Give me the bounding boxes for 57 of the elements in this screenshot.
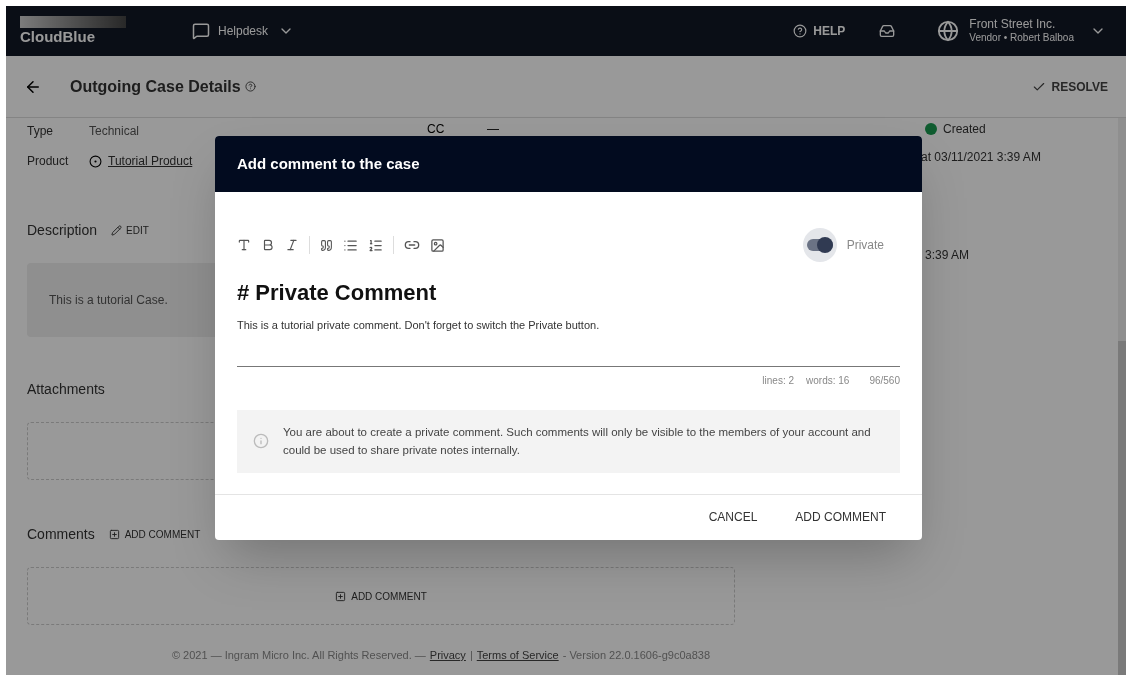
notice-text: You are about to create a private comment. Such comments will only be visible to the members of your account and could be used to share private notes internally. — [283, 425, 872, 458]
scrollbar[interactable] — [1118, 118, 1126, 675]
description-text: This is a tutorial Case. — [49, 292, 168, 309]
inbox-icon[interactable] — [879, 23, 896, 39]
module-switcher[interactable]: Helpdesk — [218, 22, 269, 40]
info-icon — [253, 433, 269, 449]
section-title: Description — [27, 221, 98, 240]
field-label: CC — [427, 121, 446, 138]
separator: | — [469, 648, 473, 663]
numbered-list-icon[interactable] — [368, 237, 383, 253]
add-comment-button[interactable]: ADD COMMENT — [335, 588, 427, 604]
activity-time: 3:39 AM — [925, 247, 971, 264]
status-label: Created — [943, 121, 986, 138]
bulleted-list-icon[interactable] — [343, 237, 358, 253]
account-name: Front Street Inc. — [969, 17, 1057, 33]
image-icon[interactable] — [430, 237, 445, 253]
field-value: — — [487, 121, 499, 138]
product-link[interactable]: Tutorial Product — [108, 152, 193, 170]
field-label: Product — [27, 153, 70, 170]
field-value: Technical — [89, 123, 140, 140]
page-title: Outgoing Case Details — [70, 76, 241, 97]
copyright-text: © 2021 — Ingram Micro Inc. All Rights Reserved. — — [171, 648, 426, 663]
section-title: Comments — [27, 525, 95, 544]
edit-button[interactable]: EDIT — [111, 223, 149, 238]
account-role: Vendor • Robert Balboa — [969, 32, 1074, 45]
terms-link[interactable]: Terms of Service — [476, 647, 559, 664]
help-icon[interactable] — [244, 81, 256, 92]
text-icon[interactable] — [237, 238, 251, 252]
field-label: Type — [27, 123, 54, 140]
dialog-title: Add comment to the case — [237, 153, 420, 174]
bold-icon[interactable] — [261, 238, 275, 252]
pencil-icon — [111, 225, 123, 236]
editor-counter: words: 16 — [806, 373, 850, 388]
editor-counter: 96/560 — [869, 373, 900, 388]
quote-icon[interactable] — [320, 238, 333, 252]
logo: CloudBlue — [20, 27, 96, 47]
cancel-button[interactable]: CANCEL — [700, 502, 766, 532]
add-icon — [335, 590, 347, 602]
add-comment-button[interactable]: ADD COMMENT — [787, 502, 894, 532]
comment-editor[interactable]: # Private Comment This is a tutorial private comment. Don't forget to switch the Private button. — [237, 276, 900, 367]
chat-icon — [192, 22, 210, 40]
add-icon — [108, 529, 120, 540]
editor-counter: lines: 2 — [762, 373, 795, 388]
italic-icon[interactable] — [285, 238, 299, 252]
section-title: Attachments — [27, 380, 106, 399]
privacy-link[interactable]: Privacy — [429, 647, 466, 664]
comment-heading: # Private Comment — [237, 279, 438, 307]
version-text: - Version 22.0.1606-g9c0a838 — [562, 648, 711, 663]
resolve-button[interactable]: RESOLVE — [1031, 77, 1108, 96]
comment-body: This is a tutorial private comment. Don't forget to switch the Private button. — [237, 318, 601, 333]
globe-icon[interactable] — [937, 20, 960, 42]
help-link[interactable]: HELP — [813, 22, 846, 40]
add-comment-button[interactable]: ADD COMMENT — [108, 527, 201, 542]
private-switch[interactable] — [802, 228, 837, 262]
private-label: Private — [846, 237, 884, 254]
product-icon — [89, 154, 102, 168]
activity-time: at 03/11/2021 3:39 AM — [921, 149, 1042, 166]
